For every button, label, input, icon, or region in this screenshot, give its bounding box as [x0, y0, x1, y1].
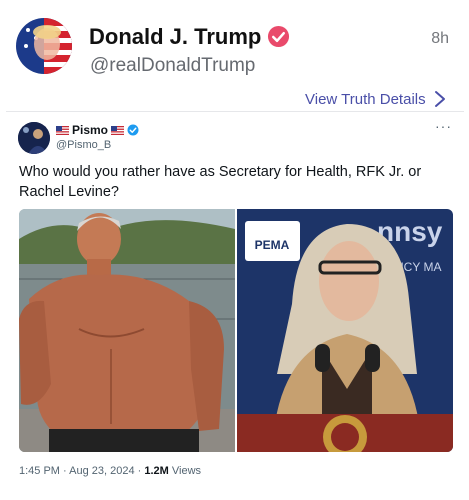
media-grid[interactable]: PEMA nnsy ENCY MA [19, 209, 453, 452]
chevron-right-icon [434, 91, 445, 107]
truth-header: Donald J. Trump @realDonaldTrump 8h [0, 0, 469, 88]
post-text: Who would you rather have as Secretary f… [19, 164, 422, 200]
flag-icon [111, 125, 125, 135]
display-name[interactable]: Donald J. Trump [89, 24, 261, 50]
quoted-handle[interactable]: @Pismo_B [56, 139, 111, 151]
verified-badge-icon [267, 25, 290, 48]
timestamp: 8h [431, 30, 449, 47]
view-truth-details-link[interactable]: View Truth Details [305, 90, 446, 108]
quoted-avatar[interactable] [18, 122, 50, 154]
verified-badge-icon [127, 124, 139, 136]
post-time: 1:45 PM · Aug 23, 2024 · [19, 465, 145, 477]
views-label: Views [168, 465, 202, 477]
handle[interactable]: @realDonaldTrump [90, 55, 255, 77]
quoted-name-row: Pismo [56, 123, 139, 137]
right-image-badge: PEMA [255, 238, 290, 252]
more-icon[interactable]: ··· [435, 118, 452, 134]
views-count: 1.2M [144, 465, 169, 477]
media-image-left[interactable] [19, 209, 235, 452]
flag-icon [56, 125, 69, 135]
view-details-label: View Truth Details [305, 90, 426, 108]
post-meta: 1:45 PM · Aug 23, 2024 · 1.2M Views [19, 465, 201, 477]
avatar[interactable] [16, 18, 72, 74]
quoted-display-name[interactable]: Pismo [72, 123, 108, 137]
quoted-post-card[interactable]: Pismo @Pismo_B ··· Who would you rather … [6, 111, 464, 500]
media-image-right[interactable]: PEMA nnsy ENCY MA [237, 209, 453, 452]
